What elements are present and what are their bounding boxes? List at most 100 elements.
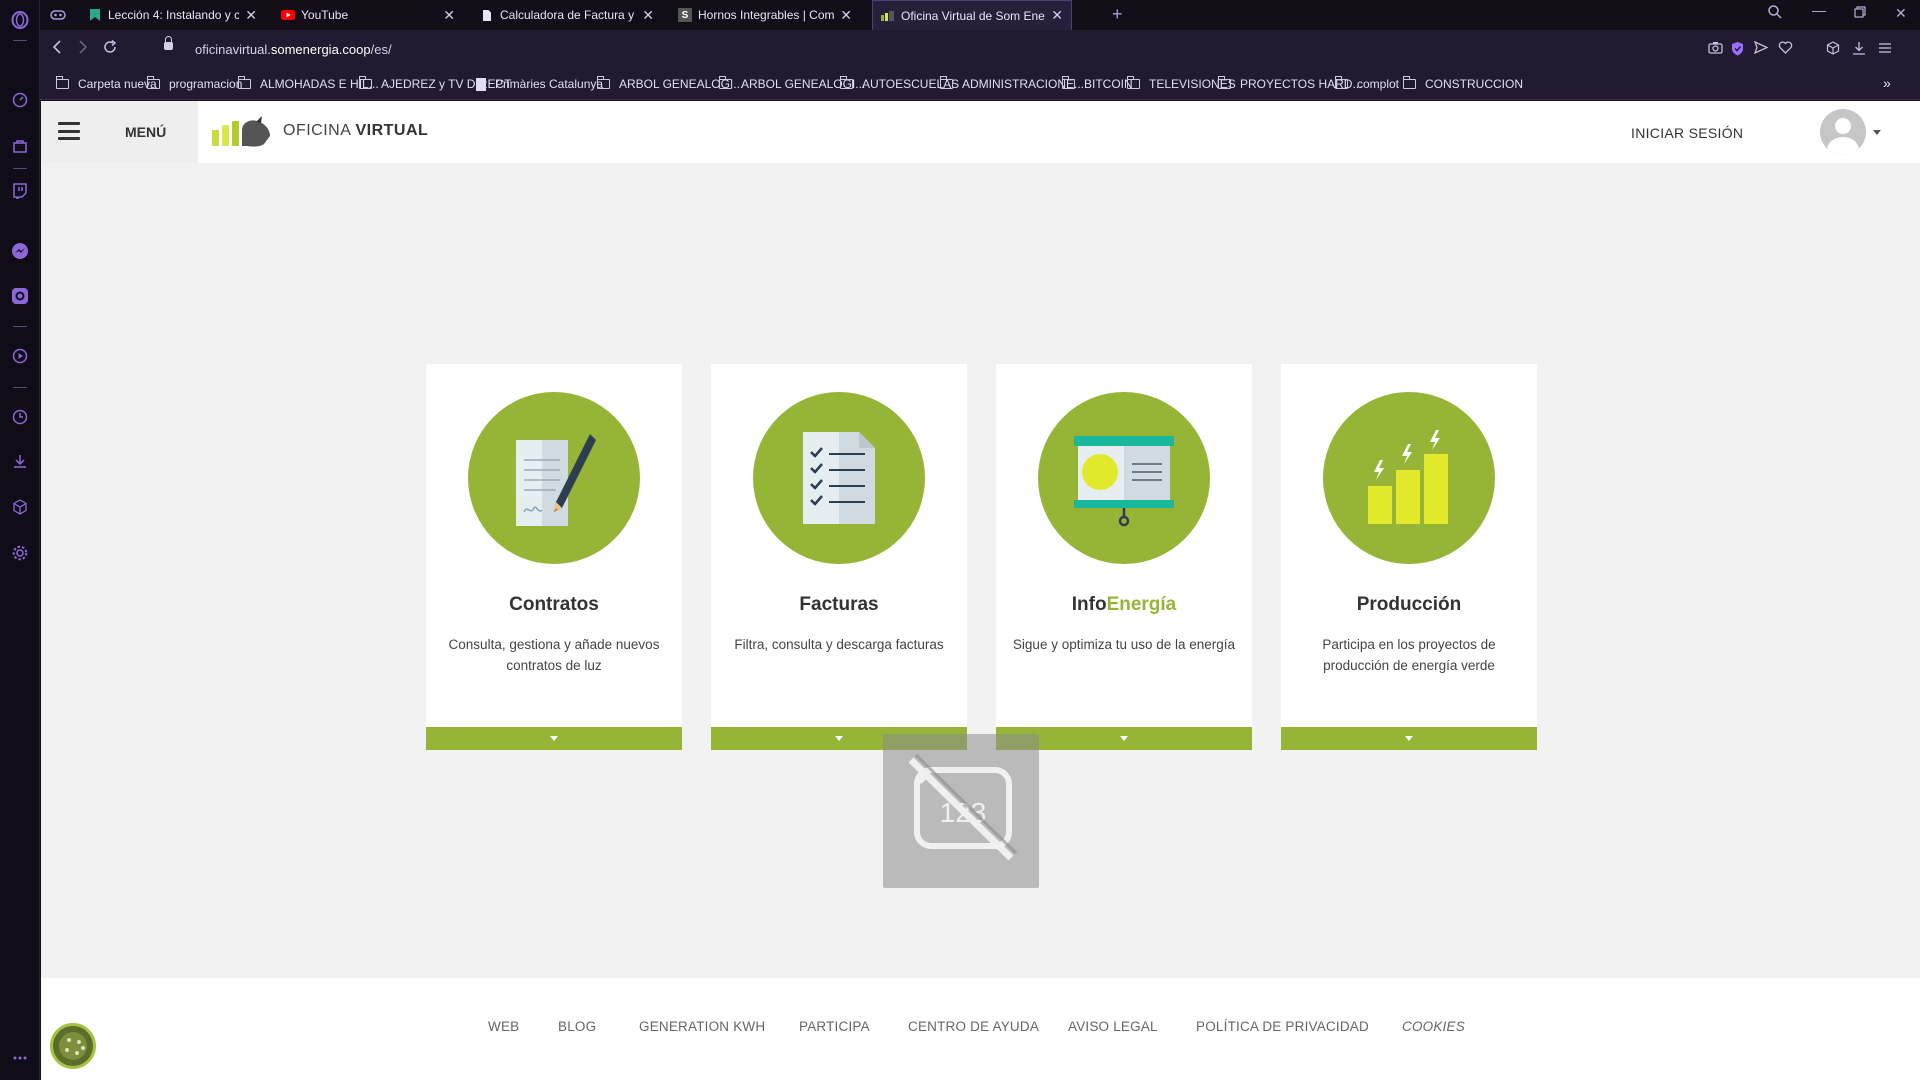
card-description: Consulta, gestiona y añade nuevos contra… [448, 637, 660, 673]
card-title: Facturas [711, 594, 967, 616]
folder-icon [1127, 76, 1140, 89]
heart-icon[interactable] [1778, 41, 1793, 57]
cookie-settings-button[interactable] [50, 1023, 96, 1069]
sidebar-divider [13, 387, 27, 388]
footer-link-centro-de-ayuda[interactable]: CENTRO DE AYUDA [908, 1019, 1039, 1034]
caret-down-icon [835, 736, 843, 741]
browser-tab-active[interactable]: Oficina Virtual de Som Ener ✕ [872, 0, 1072, 30]
card-contratos[interactable]: Contratos Consulta, gestiona y añade nue… [426, 364, 682, 750]
downloads-icon[interactable] [10, 451, 30, 471]
bookmark-label: CONSTRUCCION [1425, 77, 1523, 91]
caret-down-icon [1405, 736, 1413, 741]
card-infoenergia[interactable]: InfoEnergía Sigue y optimiza tu uso de l… [996, 364, 1252, 750]
close-tab-icon[interactable]: ✕ [245, 7, 257, 24]
folder-icon [940, 76, 953, 89]
footer-link-participa[interactable]: PARTICIPA [799, 1019, 870, 1034]
footer-link-aviso-legal[interactable]: AVISO LEGAL [1068, 1019, 1158, 1034]
minimize-icon[interactable]: — [1812, 2, 1826, 18]
caret-down-icon [550, 736, 558, 741]
back-icon[interactable] [52, 40, 62, 59]
tab-strip: Lección 4: Instalando y con ✕ YouTube ✕ … [40, 0, 1920, 30]
speed-dial-icon[interactable] [10, 90, 30, 110]
bookmark-folder[interactable]: CONSTRUCCION [1403, 76, 1523, 91]
messenger-icon[interactable] [10, 241, 30, 261]
instagram-icon[interactable] [10, 286, 30, 306]
tab-title: Hornos Integrables | Comp [698, 8, 835, 22]
maximize-icon[interactable] [1854, 5, 1866, 21]
reload-icon[interactable] [103, 39, 117, 59]
tab-title: YouTube [301, 8, 349, 22]
folder-icon [1403, 76, 1416, 89]
history-icon[interactable] [10, 407, 30, 427]
chevron-down-icon[interactable] [1873, 130, 1881, 135]
folder-icon [597, 76, 610, 89]
lock-icon[interactable] [164, 36, 173, 50]
site-header: MENÚ OFICINA VIRTUAL INICIAR SESIÓN [41, 101, 1920, 163]
folder-icon [56, 76, 69, 89]
bookmark-folder[interactable]: programacion [147, 76, 242, 91]
user-avatar-icon[interactable] [1820, 109, 1866, 155]
bookmark-folder[interactable]: complot [1335, 76, 1400, 91]
sidebar-divider [13, 168, 27, 169]
url-field[interactable]: oficinavirtual.somenergia.coop/es/ [195, 42, 392, 57]
bookmarks-overflow-button[interactable]: » [1883, 75, 1891, 91]
footer-link-blog[interactable]: BLOG [558, 1019, 596, 1034]
close-tab-icon[interactable]: ✕ [840, 7, 852, 24]
page-content: MENÚ OFICINA VIRTUAL INICIAR SESIÓN Cont… [41, 101, 1920, 1080]
new-tab-button[interactable]: + [1112, 4, 1123, 25]
footer-link-politica-privacidad[interactable]: POLÍTICA DE PRIVACIDAD [1196, 1019, 1369, 1034]
bookmark-folder[interactable]: BITCOIN [1062, 76, 1133, 91]
footer-link-web[interactable]: WEB [488, 1019, 519, 1034]
workspaces-icon[interactable] [48, 5, 68, 25]
opera-logo-icon[interactable] [10, 10, 30, 30]
site-title-bold: VIRTUAL [355, 122, 429, 139]
card-produccion[interactable]: Producción Participa en los proyectos de… [1281, 364, 1537, 750]
close-tab-icon[interactable]: ✕ [1051, 7, 1063, 24]
easy-setup-menu-icon[interactable] [1878, 41, 1892, 57]
player-icon[interactable] [10, 346, 30, 366]
send-icon[interactable] [1753, 40, 1769, 57]
browser-tab[interactable]: Calculadora de Factura y A ✕ [472, 0, 662, 30]
close-tab-icon[interactable]: ✕ [443, 7, 455, 24]
menu-button[interactable]: MENÚ [41, 101, 198, 163]
browser-tab[interactable]: YouTube ✕ [273, 0, 463, 30]
bookmark-folder[interactable]: ALMOHADAS E HIL... [238, 76, 379, 91]
somenergia-logo-icon[interactable] [212, 116, 272, 148]
menu-label: MENÚ [125, 124, 167, 140]
card-title: Contratos [426, 594, 682, 616]
settings-gear-icon[interactable] [10, 543, 30, 563]
site-footer: WEB BLOG GENERATION KWH PARTICIPA CENTRO… [41, 978, 1920, 1080]
bookmark-label: BITCOIN [1084, 77, 1133, 91]
close-window-icon[interactable]: ✕ [1895, 5, 1907, 22]
extensions-cube-icon[interactable] [1826, 41, 1840, 58]
browser-tab[interactable]: Lección 4: Instalando y con ✕ [80, 0, 265, 30]
folder-icon [719, 76, 732, 89]
card-facturas[interactable]: Facturas Filtra, consulta y descarga fac… [711, 364, 967, 750]
snapshot-camera-icon[interactable] [1708, 41, 1723, 57]
twitch-icon[interactable] [10, 181, 30, 201]
vpn-shield-icon[interactable] [1731, 41, 1744, 59]
footer-link-generation-kwh[interactable]: GENERATION KWH [639, 1019, 765, 1034]
download-icon[interactable] [1852, 41, 1866, 58]
card-title-accent: Energía [1106, 594, 1177, 615]
bookmark-page[interactable]: Primàries Catalunya [476, 77, 603, 91]
tab-search-icon[interactable] [1768, 5, 1782, 22]
bookmark-label: complot [1357, 77, 1400, 91]
bookmark-folder[interactable]: Carpeta nueva [56, 76, 157, 91]
s-icon: S [678, 8, 692, 22]
shopping-bag-icon[interactable] [10, 136, 30, 156]
card-expand-bar[interactable] [1281, 727, 1537, 750]
card-expand-bar[interactable] [426, 727, 682, 750]
footer-link-cookies[interactable]: COOKIES [1402, 1019, 1465, 1034]
forward-icon[interactable] [78, 40, 88, 59]
url-suffix: /es/ [370, 42, 392, 57]
extensions-cube-icon[interactable] [10, 497, 30, 517]
site-title: OFICINA VIRTUAL [283, 122, 428, 140]
more-dots-icon[interactable] [10, 1048, 30, 1068]
browser-tab[interactable]: S Hornos Integrables | Comp ✕ [670, 0, 860, 30]
login-link[interactable]: INICIAR SESIÓN [1631, 125, 1743, 141]
site-title-light: OFICINA [283, 122, 356, 139]
url-domain: somenergia.coop [270, 42, 371, 57]
close-tab-icon[interactable]: ✕ [642, 7, 654, 24]
folder-icon [359, 76, 372, 89]
